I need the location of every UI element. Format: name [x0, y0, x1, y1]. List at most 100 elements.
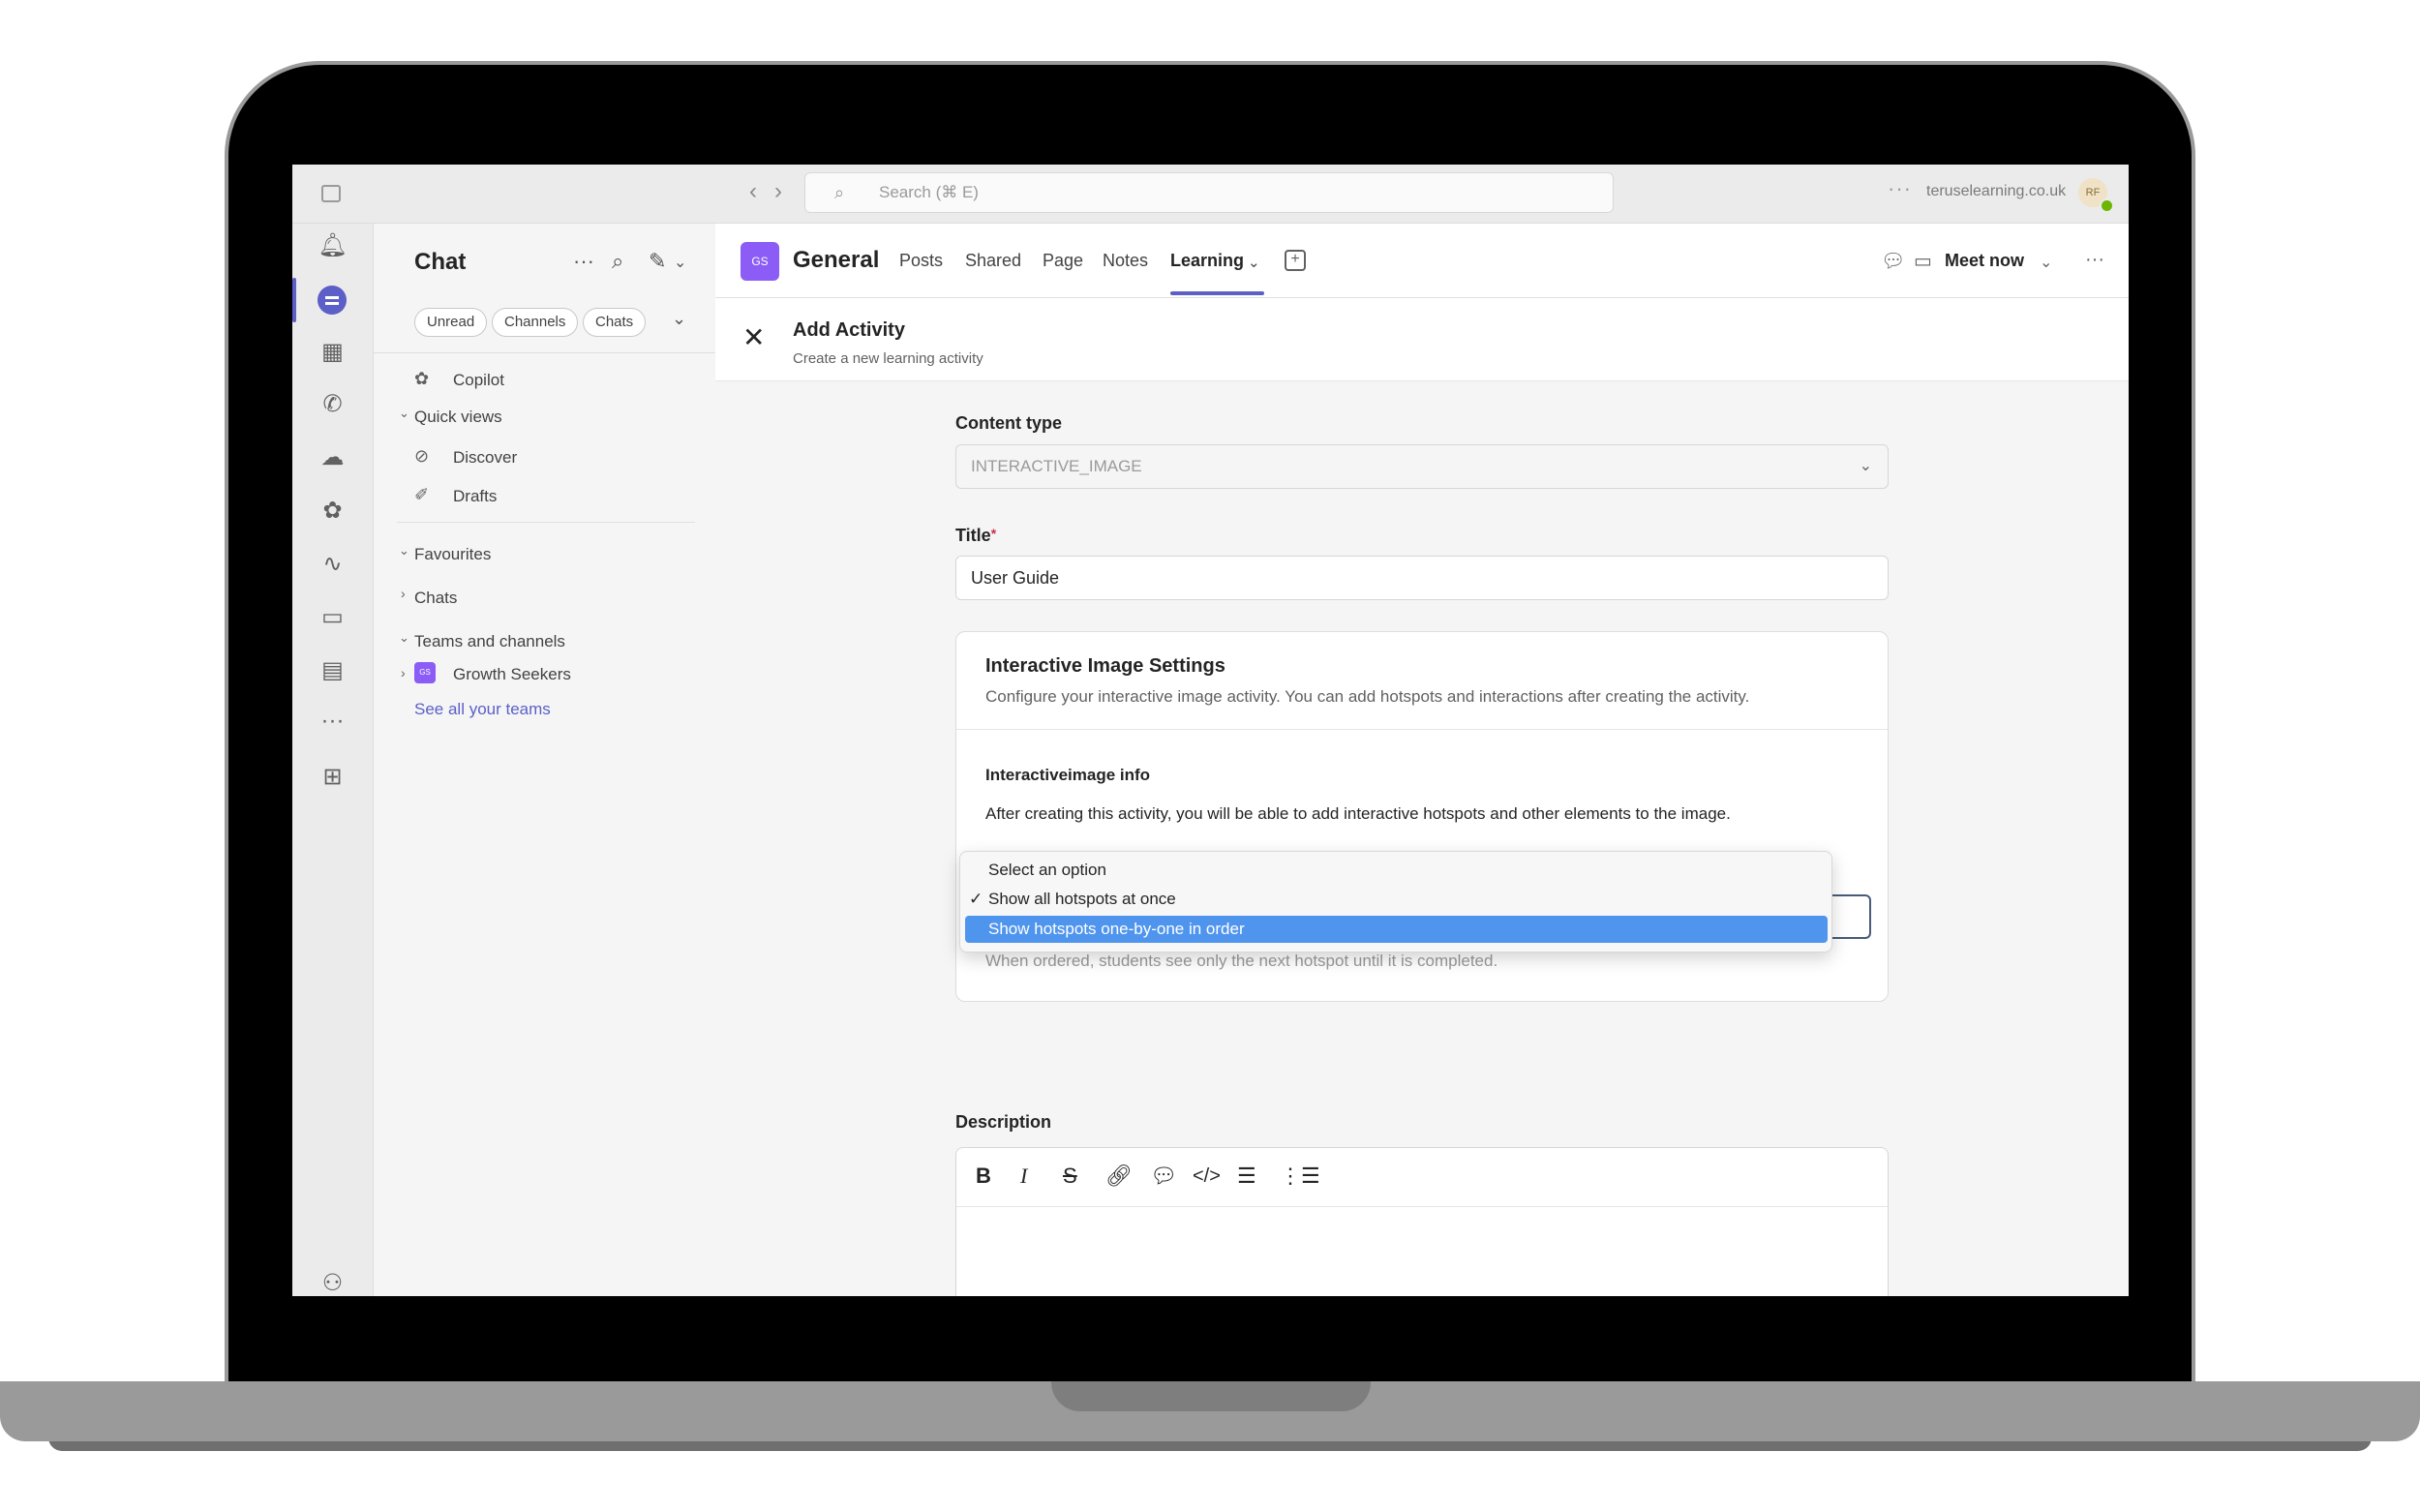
search-placeholder: Search (⌘ E)	[879, 183, 979, 201]
insights-wave-icon[interactable]: ∿	[292, 550, 373, 578]
chevron-down-icon: ⌄	[1859, 458, 1872, 474]
search-input[interactable]: ⌕ Search (⌘ E)	[804, 172, 1614, 213]
activity-subtitle: Create a new learning activity	[793, 350, 983, 367]
title-label-text: Title	[955, 526, 991, 545]
back-arrow-icon[interactable]: ‹	[749, 178, 757, 205]
title-label: Title*	[955, 526, 996, 546]
tab-posts[interactable]: Posts	[899, 251, 943, 271]
channel-name: General	[793, 247, 880, 273]
video-camera-icon[interactable]: ▭	[292, 603, 373, 631]
bold-icon[interactable]: B	[976, 1164, 991, 1189]
panel-divider	[397, 522, 695, 523]
channel-team-avatar: GS	[741, 242, 779, 281]
filter-expand-icon[interactable]: ⌄	[672, 309, 686, 329]
title-input[interactable]: User Guide	[955, 556, 1889, 600]
active-tab-indicator	[1170, 291, 1264, 295]
filter-chats[interactable]: Chats	[583, 308, 647, 337]
drafts-icon: ✐	[414, 485, 430, 504]
add-app-icon[interactable]: ⊞	[292, 763, 373, 791]
chat-panel: Chat ··· ⌕ ✎ ⌄ Unread Channels Chats ⌄ ✿…	[374, 224, 716, 1296]
content-type-select[interactable]: INTERACTIVE_IMAGE ⌄	[955, 444, 1889, 489]
activity-bell-icon[interactable]: 🔔︎	[292, 231, 373, 259]
dropdown-option-label: Show hotspots one-by-one in order	[988, 920, 1245, 938]
numbered-list-icon[interactable]: ⋮☰	[1280, 1164, 1320, 1189]
hotspot-display-dropdown: Select an option ✓ Show all hotspots at …	[959, 851, 1832, 953]
calendar-icon[interactable]: ▦	[292, 338, 373, 366]
new-chat-icon[interactable]: ✎	[649, 249, 666, 274]
meet-now-chevron-icon[interactable]: ⌄	[2040, 253, 2052, 272]
chat-search-icon[interactable]: ⌕	[612, 249, 623, 274]
activity-title: Add Activity	[793, 319, 905, 341]
more-apps-icon[interactable]: ···	[292, 708, 373, 735]
editor-toolbar: B I S 🔗︎ 💬︎ </> ☰ ⋮☰	[956, 1148, 1888, 1207]
chat-more-icon[interactable]: ···	[573, 249, 594, 274]
card-divider	[956, 729, 1888, 730]
learning-tab-chevron-icon[interactable]: ⌄	[1248, 254, 1260, 271]
description-label: Description	[955, 1112, 1052, 1132]
tab-learning[interactable]: Learning	[1170, 251, 1244, 271]
drafts-item[interactable]: Drafts	[453, 487, 497, 506]
info-text: After creating this activity, you will b…	[985, 804, 1731, 823]
channel-more-icon[interactable]: ···	[2085, 249, 2104, 271]
discover-item[interactable]: Discover	[453, 448, 517, 468]
quick-views-chevron-icon[interactable]: ⌄	[399, 406, 409, 421]
link-icon[interactable]: 🔗︎	[1105, 1164, 1133, 1189]
activity-header: ✕ Add Activity Create a new learning act…	[715, 298, 2129, 381]
favourites-chevron-icon[interactable]: ⌄	[399, 543, 409, 559]
close-icon[interactable]: ✕	[742, 321, 765, 353]
checkmark-icon: ✓	[969, 890, 983, 908]
notes-app-icon[interactable]: ▤	[292, 656, 373, 684]
meet-video-icon[interactable]: ▭	[1914, 249, 1932, 273]
italic-icon[interactable]: I	[1020, 1164, 1027, 1189]
dropdown-option-label: Select an option	[988, 861, 1106, 879]
chats-chevron-icon[interactable]: ›	[401, 586, 406, 601]
bullet-list-icon[interactable]: ☰	[1237, 1164, 1256, 1189]
screen: ‹ › ⌕ Search (⌘ E) ··· teruselearning.co…	[292, 146, 2129, 1296]
meet-now-button[interactable]: Meet now	[1945, 251, 2024, 271]
onedrive-icon[interactable]: ☁	[292, 443, 373, 471]
dropdown-option-highlighted[interactable]: Show hotspots one-by-one in order	[965, 916, 1828, 943]
teams-chevron-icon[interactable]: ⌄	[399, 630, 409, 646]
search-icon: ⌕	[834, 183, 845, 202]
discover-icon: ⊘	[414, 446, 430, 466]
comment-icon[interactable]: 💬︎	[1150, 1164, 1177, 1189]
see-all-teams-link[interactable]: See all your teams	[414, 700, 551, 719]
sidebar-toggle-icon[interactable]	[321, 185, 341, 202]
laptop-notch	[1051, 1381, 1371, 1411]
tab-shared[interactable]: Shared	[965, 251, 1021, 271]
team-growth-seekers[interactable]: Growth Seekers	[453, 665, 571, 684]
favourites-header[interactable]: Favourites	[414, 545, 491, 564]
description-editor[interactable]: B I S 🔗︎ 💬︎ </> ☰ ⋮☰	[955, 1147, 1889, 1296]
rail-active-indicator	[292, 278, 296, 322]
help-person-icon[interactable]: ⚇	[292, 1269, 373, 1296]
title-bar: ‹ › ⌕ Search (⌘ E) ··· teruselearning.co…	[292, 165, 2129, 224]
calls-icon[interactable]: ✆	[292, 390, 373, 418]
content-type-label: Content type	[955, 413, 1062, 433]
copilot-icon[interactable]: ✿	[292, 497, 373, 525]
presence-status-icon	[2100, 198, 2114, 213]
forward-arrow-icon[interactable]: ›	[774, 178, 782, 205]
hotspot-helper-text: When ordered, students see only the next…	[985, 952, 1498, 970]
filter-channels[interactable]: Channels	[492, 308, 579, 337]
add-tab-icon[interactable]: +	[1285, 250, 1306, 271]
quick-views-header[interactable]: Quick views	[414, 408, 502, 427]
code-icon[interactable]: </>	[1193, 1165, 1221, 1188]
tab-page[interactable]: Page	[1043, 251, 1083, 271]
team-avatar: GS	[414, 662, 436, 683]
conversation-icon[interactable]: 💬︎	[1881, 249, 1905, 273]
dropdown-option[interactable]: Select an option	[965, 857, 1828, 884]
new-chat-chevron-icon[interactable]: ⌄	[674, 253, 686, 272]
chat-icon[interactable]	[318, 286, 347, 315]
copilot-item[interactable]: Copilot	[453, 371, 504, 390]
strikethrough-icon[interactable]: S	[1063, 1164, 1077, 1189]
filter-unread[interactable]: Unread	[414, 308, 488, 337]
org-domain: teruselearning.co.uk	[1926, 183, 2067, 199]
settings-title: Interactive Image Settings	[985, 655, 1225, 677]
dropdown-option-selected[interactable]: ✓ Show all hotspots at once	[965, 886, 1828, 913]
chats-header[interactable]: Chats	[414, 589, 457, 608]
tab-notes[interactable]: Notes	[1103, 251, 1148, 271]
copilot-item-icon: ✿	[414, 369, 430, 388]
teams-and-channels-header[interactable]: Teams and channels	[414, 632, 565, 651]
team-expand-chevron-icon[interactable]: ›	[401, 665, 406, 680]
more-options-icon[interactable]: ···	[1888, 176, 1912, 201]
